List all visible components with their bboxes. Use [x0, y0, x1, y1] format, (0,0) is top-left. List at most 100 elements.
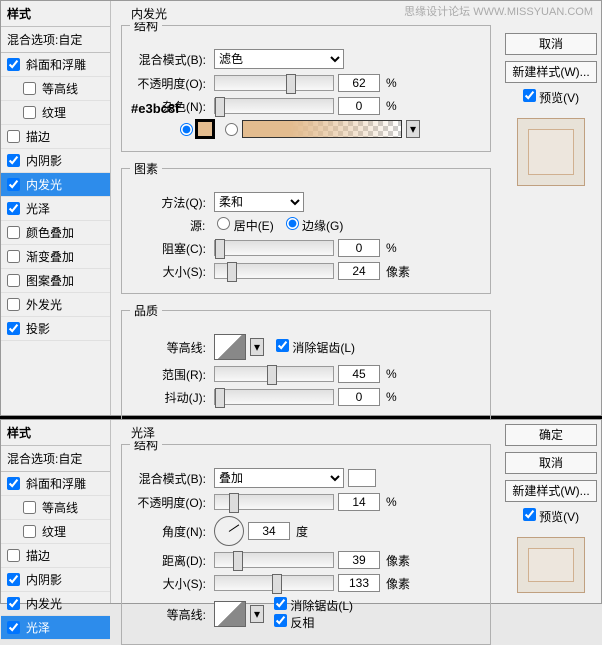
sidebar-item-0[interactable]: 斜面和浮雕: [1, 53, 110, 77]
preview-checkbox-2[interactable]: 预览(V): [505, 508, 597, 525]
sidebar-label: 内阴影: [26, 571, 62, 588]
range-input[interactable]: [338, 365, 380, 383]
size-slider[interactable]: [214, 263, 334, 279]
sidebar-checkbox[interactable]: [7, 477, 20, 490]
choke-label: 阻塞(C):: [130, 240, 210, 257]
source-label: 源:: [190, 217, 205, 234]
sidebar-checkbox[interactable]: [7, 274, 20, 287]
sidebar-item-11[interactable]: 投影: [1, 317, 110, 341]
distance-input[interactable]: [338, 551, 380, 569]
cancel-button[interactable]: 取消: [505, 33, 597, 55]
sidebar-checkbox[interactable]: [23, 501, 36, 514]
sidebar-item-6[interactable]: 光泽: [1, 197, 110, 221]
new-style-button[interactable]: 新建样式(W)...: [505, 61, 597, 83]
sidebar-checkbox[interactable]: [7, 250, 20, 263]
sidebar-checkbox[interactable]: [7, 130, 20, 143]
choke-input[interactable]: [338, 239, 380, 257]
gradient-preview[interactable]: [242, 120, 402, 138]
sidebar-checkbox[interactable]: [7, 154, 20, 167]
sidebar-checkbox[interactable]: [23, 525, 36, 538]
opacity-slider[interactable]: [214, 75, 334, 91]
anti-alias-checkbox[interactable]: 消除锯齿(L): [276, 339, 355, 356]
preview-swatch: [517, 118, 585, 186]
sidebar-checkbox[interactable]: [7, 549, 20, 562]
gradient-dropdown-icon[interactable]: ▾: [406, 120, 420, 138]
sidebar-checkbox[interactable]: [23, 106, 36, 119]
sidebar-item-0[interactable]: 斜面和浮雕: [1, 472, 110, 496]
sidebar-item-6[interactable]: 光泽: [1, 616, 110, 640]
sidebar-checkbox[interactable]: [7, 573, 20, 586]
sidebar-checkbox[interactable]: [7, 322, 20, 335]
sidebar-item-2[interactable]: 纹理: [1, 520, 110, 544]
sidebar-checkbox[interactable]: [23, 82, 36, 95]
quality-group: 品质 等高线: ▾ 消除锯齿(L) 范围(R): % 抖动(J): %: [121, 302, 491, 420]
sidebar-item-1[interactable]: 等高线: [1, 77, 110, 101]
preview-checkbox[interactable]: 预览(V): [505, 89, 597, 106]
noise-input[interactable]: [338, 97, 380, 115]
sidebar-item-4[interactable]: 内阴影: [1, 568, 110, 592]
invert-checkbox[interactable]: 反相: [274, 614, 353, 631]
contour-dropdown-icon-2[interactable]: ▾: [250, 605, 264, 623]
size-label-2: 大小(S):: [130, 575, 210, 592]
opacity-input-2[interactable]: [338, 493, 380, 511]
sidebar-checkbox[interactable]: [7, 178, 20, 191]
size-input-2[interactable]: [338, 574, 380, 592]
sidebar-item-4[interactable]: 内阴影: [1, 149, 110, 173]
sidebar-item-9[interactable]: 图案叠加: [1, 269, 110, 293]
sidebar-item-2[interactable]: 纹理: [1, 101, 110, 125]
opacity-slider-2[interactable]: [214, 494, 334, 510]
blend-options-row-2[interactable]: 混合选项:自定: [1, 446, 110, 472]
sidebar-item-1[interactable]: 等高线: [1, 496, 110, 520]
new-style-button-2[interactable]: 新建样式(W)...: [505, 480, 597, 502]
choke-slider[interactable]: [214, 240, 334, 256]
sidebar-item-5[interactable]: 内发光: [1, 173, 110, 197]
blend-mode-select-2[interactable]: 叠加: [214, 468, 344, 488]
source-center-radio[interactable]: 居中(E): [217, 217, 273, 234]
sidebar-item-10[interactable]: 外发光: [1, 293, 110, 317]
contour-picker[interactable]: [214, 334, 246, 360]
opacity-unit: %: [386, 76, 397, 90]
size-input[interactable]: [338, 262, 380, 280]
contour-dropdown-icon[interactable]: ▾: [250, 338, 264, 356]
gradient-radio[interactable]: [225, 123, 238, 136]
noise-unit: %: [386, 99, 397, 113]
technique-select[interactable]: 柔和: [214, 192, 304, 212]
cancel-button-2[interactable]: 取消: [505, 452, 597, 474]
ok-button-2[interactable]: 确定: [505, 424, 597, 446]
angle-input[interactable]: [248, 522, 290, 540]
sidebar-checkbox[interactable]: [7, 202, 20, 215]
right-column-2: 确定 取消 新建样式(W)... 预览(V): [501, 420, 601, 603]
size-slider-2[interactable]: [214, 575, 334, 591]
anti-alias-checkbox-2[interactable]: 消除锯齿(L): [274, 597, 353, 614]
blend-mode-select[interactable]: 滤色: [214, 49, 344, 69]
sidebar-item-8[interactable]: 渐变叠加: [1, 245, 110, 269]
noise-slider[interactable]: [214, 98, 334, 114]
layer-style-dialog-satin: 样式 混合选项:自定 斜面和浮雕等高线纹理描边内阴影内发光光泽 光泽 结构 混合…: [0, 419, 602, 604]
source-edge-radio[interactable]: 边缘(G): [286, 217, 344, 234]
opacity-label: 不透明度(O):: [130, 75, 210, 92]
sidebar-item-7[interactable]: 颜色叠加: [1, 221, 110, 245]
sidebar-item-5[interactable]: 内发光: [1, 592, 110, 616]
color-radio[interactable]: [180, 123, 193, 136]
range-slider[interactable]: [214, 366, 334, 382]
opacity-input[interactable]: [338, 74, 380, 92]
sidebar-item-3[interactable]: 描边: [1, 125, 110, 149]
jitter-slider[interactable]: [214, 389, 334, 405]
contour-picker-2[interactable]: [214, 601, 246, 627]
color-swatch[interactable]: [197, 121, 213, 137]
distance-slider[interactable]: [214, 552, 334, 568]
sidebar-checkbox[interactable]: [7, 226, 20, 239]
distance-label: 距离(D):: [130, 552, 210, 569]
sidebar-checkbox[interactable]: [7, 298, 20, 311]
angle-dial[interactable]: [214, 516, 244, 546]
opacity-label-2: 不透明度(O):: [130, 494, 210, 511]
sidebar-checkbox[interactable]: [7, 58, 20, 71]
sidebar-item-3[interactable]: 描边: [1, 544, 110, 568]
styles-sidebar: 样式 混合选项:自定 斜面和浮雕等高线纹理描边内阴影内发光光泽颜色叠加渐变叠加图…: [1, 1, 111, 415]
main-panel-2: 光泽 结构 混合模式(B): 叠加 不透明度(O): % 角度(N): 度 距: [111, 420, 501, 603]
blend-options-row[interactable]: 混合选项:自定: [1, 27, 110, 53]
sidebar-checkbox[interactable]: [7, 621, 20, 634]
jitter-input[interactable]: [338, 388, 380, 406]
panel-title: 内发光: [127, 5, 171, 22]
satin-color-swatch[interactable]: [348, 469, 376, 487]
